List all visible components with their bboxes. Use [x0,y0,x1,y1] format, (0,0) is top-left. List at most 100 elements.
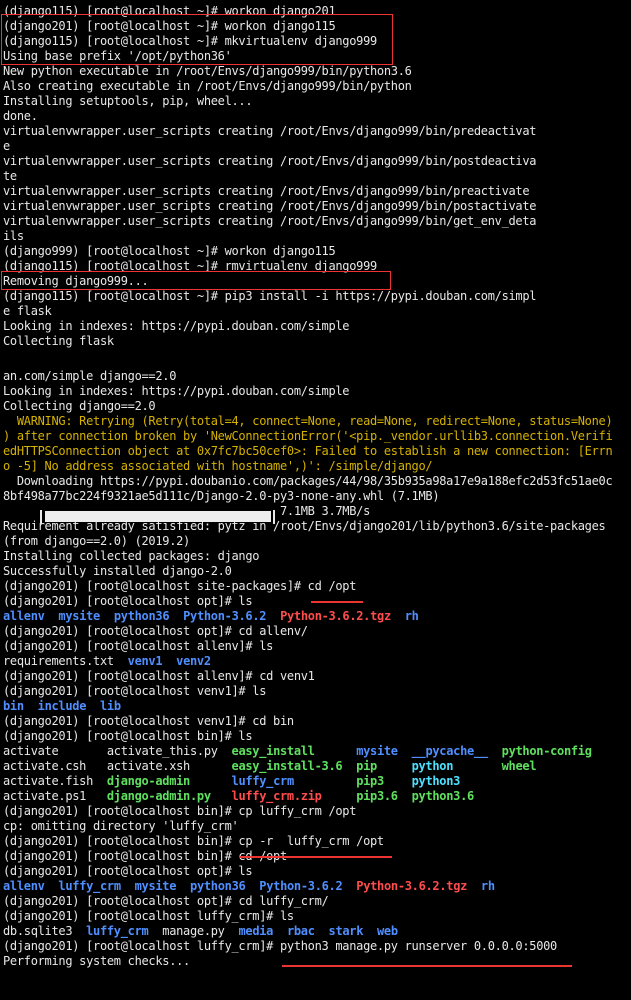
terminal-text-blue: luffy_crm [58,879,121,893]
terminal-line: virtualenvwrapper.user_scripts creating … [0,199,536,214]
terminal-text-blue: python36 [190,879,246,893]
terminal-line: (django999) [root@localhost ~]# workon d… [0,244,536,259]
terminal-text: (django201) [root@localhost opt]# cd luf… [3,894,329,908]
terminal-text: db.sqlite3 [3,924,87,938]
terminal-text: (django201) [root@localhost allenv]# ls [3,639,274,653]
terminal-line: db.sqlite3 luffy_crm manage.py media rba… [0,924,612,939]
terminal-line: Looking in indexes: https://pypi.douban.… [0,319,536,334]
terminal-text-blue: mysite [134,879,177,893]
terminal-text: ils [3,229,24,243]
terminal-text: activate.ps1 [3,789,107,803]
terminal-line: cp: omitting directory 'luffy_crm' [0,819,612,834]
terminal-text-green: django-admin [106,774,190,788]
terminal-line: allenv mysite python36 Python-3.6.2 Pyth… [0,609,612,624]
terminal-text: activate.csh activate.xsh [3,759,232,773]
terminal-text: (django201) [root@localhost bin]# cp luf… [3,804,357,818]
terminal-text: virtualenvwrapper.user_scripts creating … [3,214,537,228]
terminal-text: virtualenvwrapper.user_scripts creating … [3,124,537,138]
terminal-line: (django201) [root@localhost allenv]# ls [0,639,612,654]
terminal-text: activate.fish [3,774,107,788]
terminal-text-blue: bin [3,699,24,713]
terminal-text: (django201) [root@localhost luffy_crm]# … [3,909,294,923]
terminal-text-blue: web [377,924,398,938]
terminal-text: (django201) [root@localhost opt]# ls [3,864,253,878]
terminal-text-warn: edHTTPSConnection object at 0x7fc7bc50ce… [3,444,613,458]
terminal-line: (django115) [root@localhost ~]# pip3 ins… [0,289,536,304]
terminal-line: virtualenvwrapper.user_scripts creating … [0,184,536,199]
terminal-line: virtualenvwrapper.user_scripts creating … [0,214,536,229]
terminal-text: (django201) [root@localhost opt]# cd all… [3,624,308,638]
terminal-text: (django201) [root@localhost luffy_crm]# … [3,939,557,953]
terminal-text-blue: mysite [58,609,100,623]
terminal-line: allenv luffy_crm mysite python36 Python-… [0,879,612,894]
terminal-text: cp: omitting directory 'luffy_crm' [3,819,239,833]
terminal-text-green: python3.6 [411,789,475,803]
terminal-line: (from django==2.0) (2019.2) [0,534,612,549]
terminal-line: te [0,169,536,184]
terminal-line: (django201) [root@localhost opt]# cd luf… [0,894,612,909]
terminal-text-red: luffy_crm.zip [231,789,322,803]
terminal-text-blue: Python-3.6.2 [259,879,343,893]
terminal-line: WARNING: Retrying (Retry(total=4, connec… [0,414,613,429]
terminal-line: (django201) [root@localhost site-package… [0,579,612,594]
terminal-text: (django201) [root@localhost bin]# ls [3,729,253,743]
terminal-line: virtualenvwrapper.user_scripts creating … [0,154,536,169]
terminal-text: Downloading https://pypi.doubanio.com/pa… [3,474,613,488]
terminal-text-warn: o -5] No address associated with hostnam… [3,459,433,473]
terminal-window[interactable]: ils(django115) [root@localhost ~]# worko… [0,0,631,1000]
terminal-text: ils [3,0,24,3]
terminal-line: (django201) [root@localhost allenv]# cd … [0,669,612,684]
terminal-line: ) after connection broken by 'NewConnect… [0,429,612,444]
terminal-text: Performing system checks... [3,954,190,968]
annotation-box-rmvirtualenv [1,271,391,290]
terminal-text-red: Python-3.6.2.tgz [280,609,391,623]
terminal-line: activate.fish django-admin luffy_crm pip… [0,774,612,789]
terminal-text: manage.py [148,924,239,938]
terminal-text-blue: allenv [3,609,45,623]
terminal-text: (django201) [root@localhost venv1]# ls [3,684,267,698]
terminal-text: (django201) [root@localhost opt]# ls [3,594,253,608]
terminal-text-cyan: python [411,759,454,773]
terminal-line: (django201) [root@localhost venv1]# cd b… [0,714,612,729]
terminal-text-blue: luffy_crm [86,924,149,938]
terminal-line: (django201) [root@localhost bin]# ls [0,729,612,744]
terminal-text: Installing collected packages: django [3,549,260,563]
terminal-text-blue: media [238,924,274,938]
terminal-line: edHTTPSConnection object at 0x7fc7bc50ce… [0,444,612,459]
download-progress-bar [45,511,271,522]
terminal-line: (django201) [root@localhost bin]# cp -r … [0,834,612,849]
terminal-text: Collecting django==2.0 [3,399,156,413]
terminal-text-blue: rbac [286,924,315,938]
terminal-line: requirements.txt venv1 venv2 [0,654,612,669]
terminal-line: activate.csh activate.xsh easy_install-3… [0,759,612,774]
terminal-text: Collecting flask [3,334,114,348]
terminal-line: e flask [0,304,536,319]
terminal-text-blue: lib [99,699,121,713]
terminal-line: ils [0,229,536,244]
annotation-underline-cp-r [240,856,392,858]
terminal-line: (django201) [root@localhost opt]# ls [0,864,612,879]
terminal-text: virtualenvwrapper.user_scripts creating … [3,199,537,213]
terminal-text-blue: Python-3.6.2 [183,609,267,623]
terminal-line: activate activate_this.py easy_install m… [0,744,612,759]
terminal-line: activate.ps1 django-admin.py luffy_crm.z… [0,789,612,804]
terminal-line: Installing collected packages: django [0,549,612,564]
terminal-text: Also creating executable in /root/Envs/d… [3,79,412,93]
